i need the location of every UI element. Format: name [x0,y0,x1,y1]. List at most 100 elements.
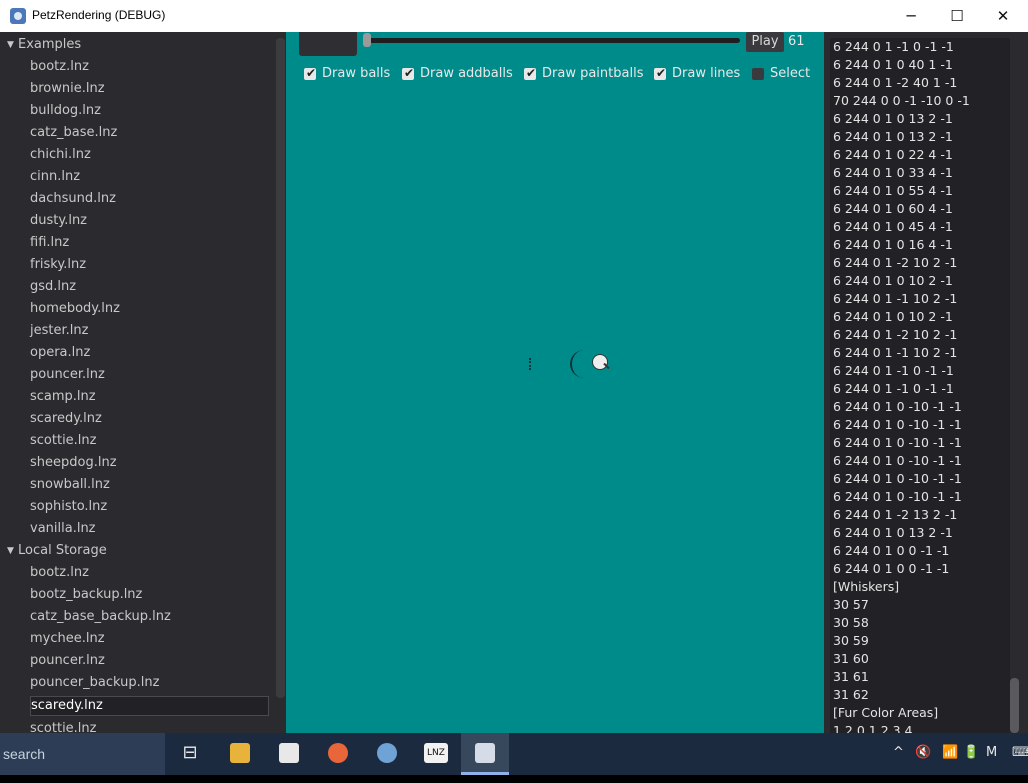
play-button[interactable]: Play [746,32,784,52]
caret-down-icon: ▼ [7,40,14,50]
tree-section-label: Local Storage [18,543,107,558]
text-line: 6 244 0 1 0 10 2 -1 [833,273,953,288]
text-scrollbar[interactable] [1010,38,1019,733]
godot-icon[interactable] [363,733,411,775]
tree-item[interactable]: pouncer.lnz [0,650,276,672]
text-line: 31 61 [833,669,869,684]
tree-section-label: Examples [18,37,82,52]
godot-glyph [377,743,397,763]
battery-icon[interactable]: 🔋 [963,745,979,760]
minimize-button[interactable]: ─ [888,0,934,32]
tree-item[interactable]: snowball.lnz [0,474,276,496]
tree-item[interactable]: fifi.lnz [0,232,276,254]
tree-scrollbar[interactable] [276,38,285,698]
pet-viewport[interactable]: Play 61 ✔ Draw balls ✔ Draw addballs ✔ Draw p… [286,32,824,733]
firefox-icon[interactable] [314,733,362,775]
tree-item[interactable]: mychee.lnz [0,628,276,650]
tree-item[interactable]: bootz.lnz [0,56,276,78]
window-title: PetzRendering (DEBUG) [32,8,166,22]
text-line: 6 244 0 1 0 -10 -1 -1 [833,435,962,450]
tree-item[interactable]: dachsund.lnz [0,188,276,210]
tree-item[interactable]: scamp.lnz [0,386,276,408]
tree-item[interactable]: dusty.lnz [0,210,276,232]
close-button[interactable]: ✕ [980,0,1026,32]
text-line: 6 244 0 1 0 13 2 -1 [833,129,953,144]
option-select[interactable]: Select [752,64,810,84]
text-line: 6 244 0 1 0 45 4 -1 [833,219,953,234]
tree-item[interactable]: scaredy.lnz [30,696,269,716]
tree-item[interactable]: frisky.lnz [0,254,276,276]
frame-slider-handle[interactable] [363,33,371,47]
checkbox[interactable]: ✔ [402,66,414,80]
tree-section-header[interactable]: ▼ Examples [0,34,276,56]
text-line: 30 58 [833,615,869,630]
text-line: 6 244 0 1 0 10 2 -1 [833,309,953,324]
tree-item[interactable]: scottie.lnz [0,430,276,452]
keyboard-icon[interactable]: ⌨ [1012,745,1028,760]
option-draw-paintballs[interactable]: ✔ Draw paintballs [524,64,643,84]
checkbox[interactable]: ✔ [524,66,536,80]
text-line: 6 244 0 1 0 -10 -1 -1 [833,417,962,432]
text-line: 6 244 0 1 -1 0 -1 -1 [833,381,954,396]
tree-item[interactable]: pouncer.lnz [0,364,276,386]
text-scrollbar-thumb[interactable] [1010,678,1019,733]
show-hidden-icons-icon[interactable]: ^ [893,745,904,760]
option-label: Select [770,66,811,81]
text-line: 6 244 0 1 -1 10 2 -1 [833,345,958,360]
tree-item[interactable]: catz_base_backup.lnz [0,606,276,628]
petz-rendering-icon[interactable] [461,733,509,775]
tree-item[interactable]: gsd.lnz [0,276,276,298]
text-line: 6 244 0 1 0 16 4 -1 [833,237,953,252]
option-label: Draw paintballs [542,66,644,81]
option-draw-balls[interactable]: ✔ Draw balls [304,64,390,84]
tree-item[interactable]: homebody.lnz [0,298,276,320]
tree-item[interactable]: cinn.lnz [0,166,276,188]
volume-muted-icon[interactable]: 🔇 [915,745,931,760]
file-tree: ▼ Examples bootz.lnz brownie.lnz bulldog.lnz… [0,34,276,733]
tree-item[interactable]: vanilla.lnz [0,518,276,540]
tree-item[interactable]: brownie.lnz [0,78,276,100]
tree-item[interactable]: sheepdog.lnz [0,452,276,474]
text-line: 6 244 0 1 -2 10 2 -1 [833,327,958,342]
text-line: 6 244 0 1 0 33 4 -1 [833,165,953,180]
wifi-icon[interactable]: 📶 [942,745,958,760]
draw-options: ✔ Draw balls ✔ Draw addballs ✔ Draw paintball… [286,64,824,84]
tree-item[interactable]: bootz.lnz [0,562,276,584]
app-window: PetzRendering (DEBUG) ─ ☐ ✕ ▼ Examples boo… [0,0,1028,733]
checkbox[interactable]: ✔ [304,66,316,80]
petz-rendering-glyph [475,743,495,763]
lnz-text-editor[interactable]: 6 244 0 1 -1 0 -1 -1 6 244 0 1 0 40 1 -1 6… [830,38,1010,733]
option-draw-lines[interactable]: ✔ Draw lines [654,64,740,84]
text-line: 6 244 0 1 -1 0 -1 -1 [833,363,954,378]
checkbox[interactable]: ✔ [654,66,666,80]
notepad-icon[interactable] [265,733,313,775]
tree-item[interactable]: scaredy.lnz [0,408,276,430]
tree-item[interactable]: chichi.lnz [0,144,276,166]
tree-item[interactable]: bootz_backup.lnz [0,584,276,606]
check-icon: ✔ [526,66,537,80]
text-line: 6 244 0 1 0 60 4 -1 [833,201,953,216]
checkbox[interactable] [752,68,764,80]
search-box[interactable]: search [0,733,165,775]
tree-item[interactable]: jester.lnz [0,320,276,342]
malwarebytes-icon[interactable]: M [986,745,997,760]
task-view-icon[interactable]: ⊟ [166,733,214,775]
tree-item[interactable]: sophisto.lnz [0,496,276,518]
text-line: 6 244 0 1 0 13 2 -1 [833,111,953,126]
lnz-app-icon[interactable]: LNZ [412,733,460,775]
tree-item[interactable]: opera.lnz [0,342,276,364]
text-line: 6 244 0 1 -1 10 2 -1 [833,291,958,306]
maximize-button[interactable]: ☐ [934,0,980,32]
mouse-cursor-icon [592,354,608,370]
tree-item[interactable]: scottie.lnz [0,718,276,733]
tree-section-header[interactable]: ▼ Local Storage [0,540,276,562]
file-explorer-icon[interactable] [216,733,264,775]
frame-slider[interactable] [366,38,740,43]
tree-item[interactable]: catz_base.lnz [0,122,276,144]
option-draw-addballs[interactable]: ✔ Draw addballs [402,64,513,84]
file-tree-panel: ▼ Examples bootz.lnz brownie.lnz bulldog.lnz… [0,32,286,733]
text-line: [Fur Color Areas] [833,705,939,720]
tree-item[interactable]: bulldog.lnz [0,100,276,122]
text-line: 6 244 0 1 0 13 2 -1 [833,525,953,540]
tree-item[interactable]: pouncer_backup.lnz [0,672,276,694]
